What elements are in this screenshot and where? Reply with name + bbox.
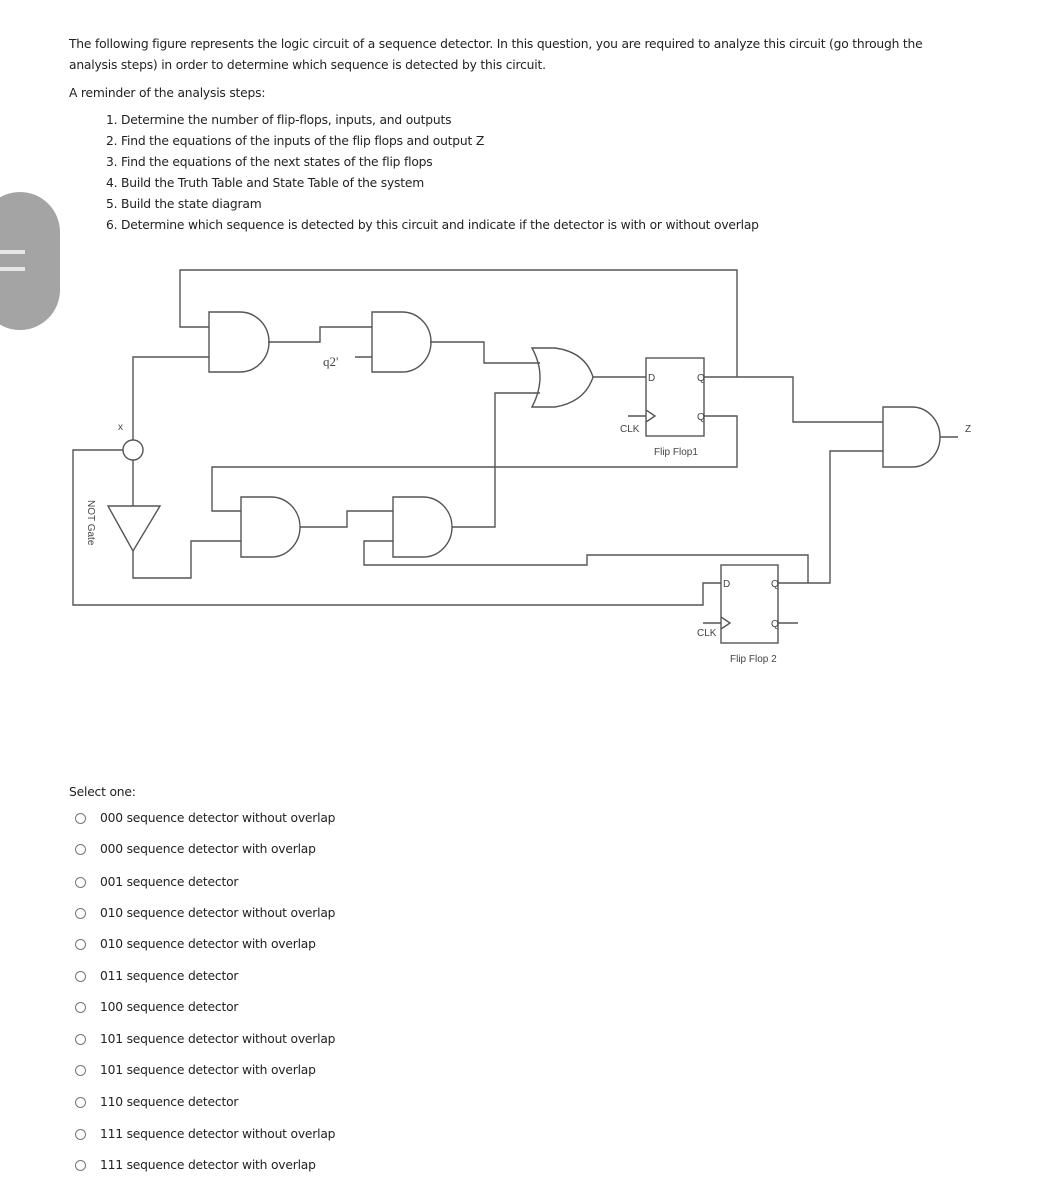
option-label: 010 sequence detector with overlap [100, 937, 316, 951]
answer-option[interactable]: 000 sequence detector without overlap [75, 808, 335, 828]
option-label: 011 sequence detector [100, 969, 239, 983]
answer-option[interactable]: 001 sequence detector [75, 872, 238, 892]
flip-flop-2 [720, 564, 779, 644]
option-label: 111 sequence detector without overlap [100, 1127, 336, 1141]
ff1-clk-label: CLK [620, 424, 640, 435]
not-gate-label: NOT Gate [85, 500, 96, 546]
flip-flop-1 [645, 357, 705, 437]
option-label: 111 sequence detector with overlap [100, 1158, 316, 1172]
radio-button[interactable] [75, 938, 86, 950]
and-gate-1 [208, 311, 270, 373]
ff2-d-label: D [723, 579, 730, 590]
radio-button[interactable] [75, 1096, 86, 1108]
circuit-diagram: x q2' NOT Gate Z D Q Q CLK Flip Flop1 D … [72, 269, 971, 665]
answer-option[interactable]: 101 sequence detector without overlap [75, 1029, 335, 1049]
option-label: 010 sequence detector without overlap [100, 906, 336, 920]
option-label: 101 sequence detector with overlap [100, 1063, 316, 1077]
ff2-name: Flip Flop 2 [730, 654, 777, 665]
ff2-qn-label: Q [771, 619, 779, 630]
ff2-clk-label: CLK [697, 628, 717, 639]
answer-option[interactable]: 101 sequence detector with overlap [75, 1060, 316, 1080]
answer-option[interactable]: 010 sequence detector without overlap [75, 903, 335, 923]
radio-button[interactable] [75, 843, 86, 855]
answer-option[interactable]: 111 sequence detector without overlap [75, 1124, 335, 1144]
radio-button[interactable] [75, 1064, 86, 1076]
ff1-q-label: Q [697, 373, 705, 384]
answer-option[interactable]: 010 sequence detector with overlap [75, 934, 316, 954]
radio-button[interactable] [75, 1128, 86, 1140]
option-label: 000 sequence detector without overlap [100, 811, 336, 825]
not-gate [106, 505, 162, 553]
option-label: 001 sequence detector [100, 875, 239, 889]
radio-button[interactable] [75, 1001, 86, 1013]
ff1-name: Flip Flop1 [654, 447, 698, 458]
answer-option[interactable]: 111 sequence detector with overlap [75, 1155, 316, 1175]
radio-button[interactable] [75, 1159, 86, 1171]
and-gate-output [882, 406, 941, 468]
radio-button[interactable] [75, 876, 86, 888]
q2-not-label: q2' [323, 354, 338, 369]
option-label: 100 sequence detector [100, 1000, 239, 1014]
answer-option[interactable]: 000 sequence detector with overlap [75, 839, 316, 859]
clock-triangle-icon [645, 409, 657, 423]
answer-option[interactable]: 011 sequence detector [75, 966, 238, 986]
or-gate [530, 347, 594, 408]
answer-option[interactable]: 100 sequence detector [75, 997, 238, 1017]
option-label: 000 sequence detector with overlap [100, 842, 316, 856]
input-label: x [118, 422, 123, 433]
ff2-q-label: Q [771, 579, 779, 590]
ff1-qn-label: Q [697, 412, 705, 423]
output-label: Z [965, 424, 971, 435]
ff1-d-label: D [648, 373, 655, 384]
radio-button[interactable] [75, 812, 86, 824]
option-label: 110 sequence detector [100, 1095, 239, 1109]
input-node [122, 439, 144, 461]
and-gate-2 [371, 311, 432, 373]
and-gate-4 [392, 496, 453, 558]
answer-option[interactable]: 110 sequence detector [75, 1092, 238, 1112]
radio-button[interactable] [75, 1033, 86, 1045]
select-prompt: Select one: [69, 785, 136, 799]
radio-button[interactable] [75, 970, 86, 982]
radio-button[interactable] [75, 907, 86, 919]
and-gate-3 [240, 496, 301, 558]
clock-triangle-icon [720, 616, 732, 630]
option-label: 101 sequence detector without overlap [100, 1032, 336, 1046]
wires [72, 269, 958, 624]
